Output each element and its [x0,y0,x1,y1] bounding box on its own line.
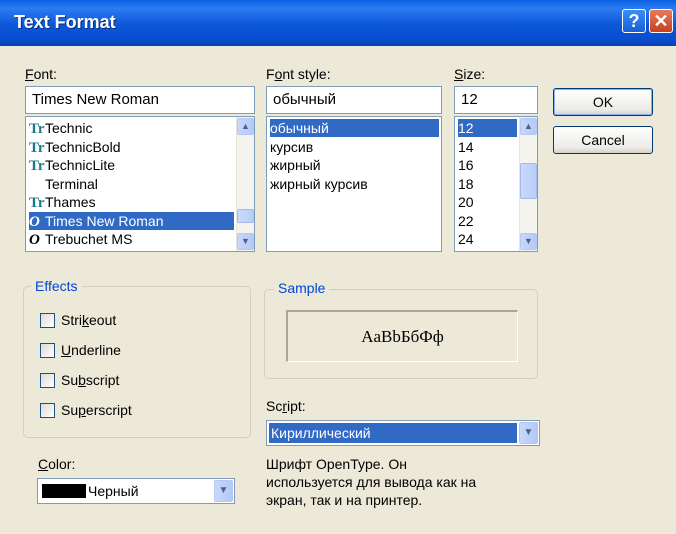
font-list-item[interactable]: TrTechnicBold [29,138,234,156]
font-style-list-item[interactable]: обычный [270,119,439,137]
help-button[interactable]: ? [622,9,646,33]
font-list-scrollbar[interactable]: ▲ ▼ [236,117,254,251]
font-list-item-label: TechnicLite [45,157,116,173]
help-icon: ? [628,11,640,31]
font-style-list-item[interactable]: жирный [270,156,439,174]
font-description-line3: экран, так и на принтер. [266,492,423,508]
font-description-line1: Шрифт OpenType. Он [266,456,407,472]
underline-checkbox[interactable] [40,343,55,358]
subscript-label[interactable]: Subscript [61,372,119,388]
underline-label[interactable]: Underline [61,342,121,358]
size-list-scrollbar[interactable]: ▲ ▼ [519,117,537,251]
script-label: Script: [266,398,306,414]
size-list-item[interactable]: 22 [458,212,517,230]
close-button[interactable]: ✕ [649,9,673,33]
font-list-item-label: Technic [45,120,93,136]
truetype-icon: Tr [29,139,45,156]
font-style-list[interactable]: обычный курсив жирный жирный курсив [266,116,442,252]
scroll-thumb[interactable] [520,163,537,199]
font-list[interactable]: TrTechnic TrTechnicBold TrTechnicLite Termi… [25,116,255,252]
font-list-item-label: Terminal [45,175,98,192]
scroll-down-icon[interactable]: ▼ [520,233,537,250]
font-description-line2: используется для вывода как на [266,474,477,490]
sample-title: Sample [274,280,330,296]
truetype-icon: Tr [29,121,45,137]
font-list-item[interactable]: TrTechnic [29,119,234,137]
text-format-dialog: Text Format ? ✕ Font: Times New Roman Tr… [0,0,676,534]
font-list-item[interactable]: O Trebuchet MS [29,230,234,248]
size-list[interactable]: 12 14 16 18 20 22 24 ▲ ▼ [454,116,538,252]
script-select[interactable]: Кириллический ▼ [266,420,540,446]
effects-group [23,286,251,438]
ok-button[interactable]: OK [553,88,653,116]
scroll-up-icon[interactable]: ▲ [520,118,537,135]
chevron-down-icon[interactable]: ▼ [519,422,538,444]
size-list-item[interactable]: 20 [458,193,517,211]
font-input[interactable]: Times New Roman [25,86,255,114]
superscript-checkbox[interactable] [40,403,55,418]
size-list-item[interactable]: 18 [458,175,517,193]
color-label: Color: [38,456,76,472]
size-input[interactable]: 12 [454,86,538,114]
font-list-item-label: Trebuchet MS [45,231,133,247]
truetype-icon: Tr [29,158,45,174]
subscript-checkbox[interactable] [40,373,55,388]
sample-preview: AaBbБбФф [286,310,518,362]
window-title: Text Format [14,12,116,32]
font-list-item-label: Times New Roman [45,212,164,229]
chevron-down-icon[interactable]: ▼ [214,480,233,502]
font-style-label: Font style: [266,66,331,82]
font-list-item[interactable]: TrThames [29,193,234,211]
size-list-item[interactable]: 14 [458,138,517,156]
size-list-item[interactable]: 16 [458,156,517,174]
color-swatch [42,484,86,498]
opentype-icon: O [29,232,40,248]
strikeout-label[interactable]: Strikeout [61,312,116,328]
font-label: Font: [25,66,57,82]
scroll-thumb[interactable] [237,209,254,223]
opentype-icon: O [29,213,40,230]
font-list-item-label: TechnicBold [45,138,121,155]
effects-title: Effects [31,278,82,294]
font-list-item[interactable]: Terminal [29,175,234,193]
scroll-up-icon[interactable]: ▲ [237,118,254,135]
font-list-item-label: Thames [45,194,96,210]
script-value: Кириллический [269,423,517,443]
font-style-input[interactable]: обычный [266,86,442,114]
close-icon: ✕ [653,11,669,31]
color-select[interactable]: Черный ▼ [37,478,235,504]
cancel-button[interactable]: Cancel [553,126,653,154]
size-list-item[interactable]: 24 [458,230,517,248]
truetype-icon: Tr [29,195,45,211]
color-value: Черный [88,483,139,499]
scroll-down-icon[interactable]: ▼ [237,233,254,250]
font-style-list-item[interactable]: курсив [270,138,439,156]
font-list-item[interactable]: TrTechnicLite [29,156,234,174]
superscript-label[interactable]: Superscript [61,402,132,418]
title-bar[interactable]: Text Format ? ✕ [0,0,676,46]
size-list-item[interactable]: 12 [458,119,517,137]
strikeout-checkbox[interactable] [40,313,55,328]
size-label: Size: [454,66,486,82]
font-style-list-item[interactable]: жирный курсив [270,175,439,193]
font-list-item[interactable]: O Times New Roman [29,211,234,230]
